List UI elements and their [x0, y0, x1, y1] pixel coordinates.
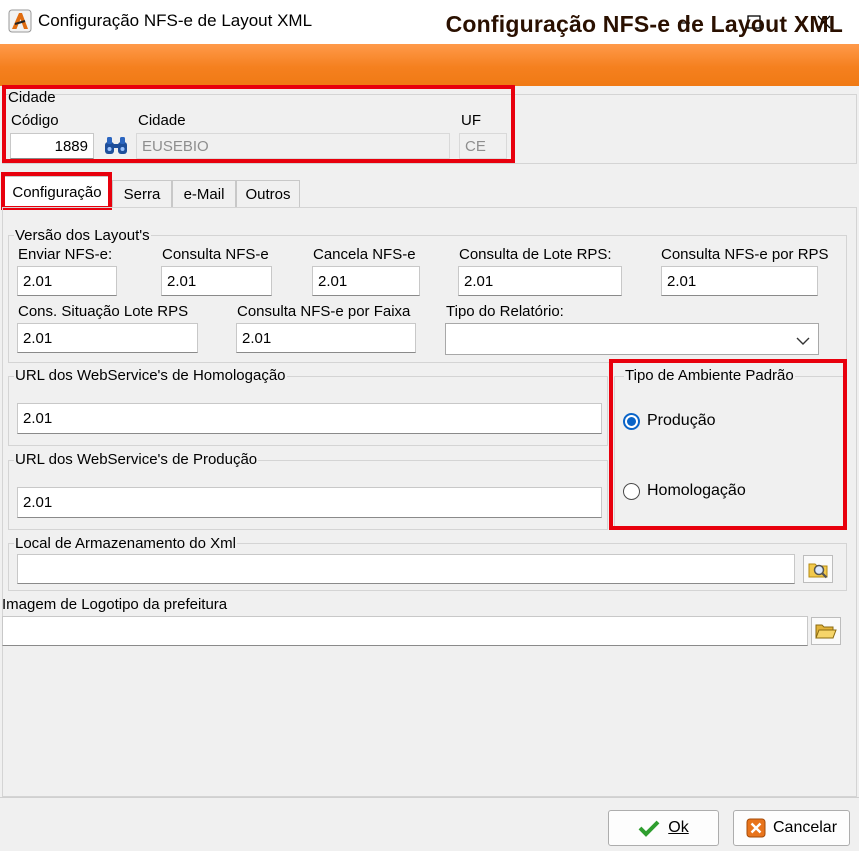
- consulta-nfse-faixa-label: Consulta NFS-e por Faixa: [237, 303, 411, 320]
- open-folder-icon: [815, 624, 837, 639]
- open-image-button[interactable]: [811, 617, 841, 645]
- highlight-cidade: [2, 85, 515, 163]
- logotipo-label: Imagem de Logotipo da prefeitura: [2, 596, 228, 613]
- ok-button-label: Ok: [668, 819, 689, 836]
- tab-serra[interactable]: Serra: [112, 180, 172, 208]
- app-logo-icon: [8, 9, 32, 33]
- window-title: Configuração NFS-e de Layout XML: [38, 11, 313, 30]
- cons-situacao-lote-input[interactable]: 2.01: [17, 323, 198, 353]
- consulta-nfse-input[interactable]: 2.01: [161, 266, 272, 296]
- url-producao-input[interactable]: 2.01: [17, 487, 602, 518]
- folder-search-icon: [808, 563, 828, 579]
- banner-title: Configuração NFS-e de Layout XML: [445, 11, 843, 37]
- tab-email[interactable]: e-Mail: [172, 180, 236, 208]
- footer-divider: [0, 797, 859, 798]
- logotipo-input[interactable]: [2, 616, 808, 646]
- highlight-ambiente: [609, 359, 847, 530]
- highlight-tab-configuracao: [1, 172, 112, 210]
- cons-situacao-lote-label: Cons. Situação Lote RPS: [18, 303, 189, 320]
- url-homologacao-input[interactable]: 2.01: [17, 403, 602, 434]
- cancela-nfse-label: Cancela NFS-e: [313, 246, 416, 263]
- consulta-lote-rps-label: Consulta de Lote RPS:: [459, 246, 612, 263]
- tab-outros[interactable]: Outros: [236, 180, 300, 208]
- url-producao-label: URL dos WebService's de Produção: [14, 451, 259, 468]
- enviar-nfse-input[interactable]: 2.01: [17, 266, 117, 296]
- checkmark-icon: [638, 820, 660, 837]
- consulta-nfse-rps-input[interactable]: 2.01: [661, 266, 818, 296]
- chevron-down-icon[interactable]: [796, 333, 810, 350]
- cancel-x-icon: [746, 818, 766, 838]
- ok-button[interactable]: Ok: [608, 810, 719, 846]
- consulta-nfse-faixa-input[interactable]: 2.01: [236, 323, 416, 353]
- consulta-nfse-label: Consulta NFS-e: [162, 246, 269, 263]
- cancel-button-label: Cancelar: [772, 819, 838, 836]
- versao-group-label: Versão dos Layout's: [14, 227, 151, 244]
- enviar-nfse-label: Enviar NFS-e:: [18, 246, 113, 263]
- tipo-relatorio-label: Tipo do Relatório:: [446, 303, 564, 320]
- tipo-relatorio-select[interactable]: [445, 323, 819, 355]
- armazenamento-label: Local de Armazenamento do Xml: [14, 535, 237, 552]
- consulta-nfse-rps-label: Consulta NFS-e por RPS: [661, 246, 829, 263]
- header-banner: [0, 44, 859, 86]
- armazenamento-input[interactable]: [17, 554, 795, 584]
- browse-folder-button[interactable]: [803, 555, 833, 583]
- consulta-lote-rps-input[interactable]: 2.01: [458, 266, 622, 296]
- cancela-nfse-input[interactable]: 2.01: [312, 266, 420, 296]
- cancel-button[interactable]: Cancelar: [733, 810, 850, 846]
- url-homologacao-label: URL dos WebService's de Homologação: [14, 367, 287, 384]
